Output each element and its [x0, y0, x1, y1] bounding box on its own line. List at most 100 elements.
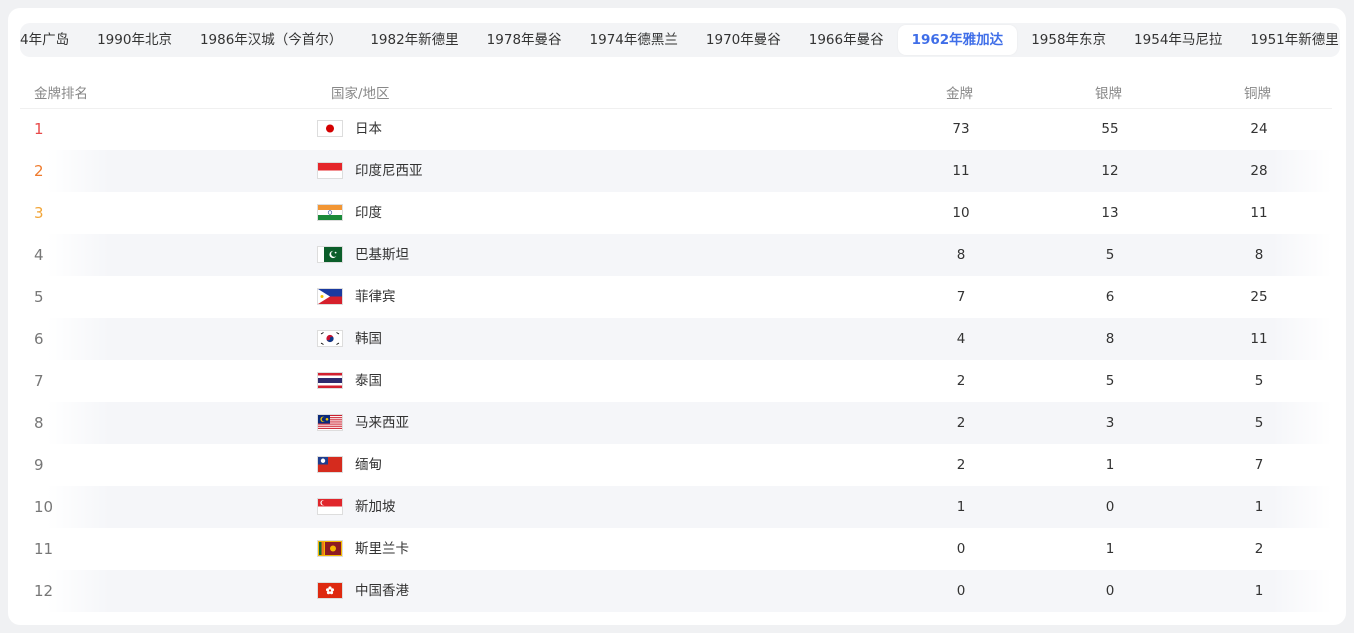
table-row: 7 泰国 2 5 5	[20, 360, 1332, 402]
country-cell: 缅甸	[355, 457, 382, 473]
gold-cell: 7	[956, 289, 966, 305]
header-bronze: 铜牌	[1244, 86, 1271, 102]
gold-cell: 2	[956, 457, 966, 473]
silver-cell: 8	[1105, 331, 1115, 347]
header-gold: 金牌	[946, 86, 973, 102]
header-rank: 金牌排名	[34, 86, 88, 102]
bronze-cell: 11	[1250, 331, 1268, 347]
tab-10[interactable]: 1954年马尼拉	[1120, 25, 1236, 55]
bronze-cell: 1	[1254, 499, 1264, 515]
tab-0[interactable]: 4年广岛	[20, 25, 83, 55]
pakistan-flag-icon	[317, 246, 343, 263]
country-cell: 韩国	[355, 331, 382, 347]
rank-cell: 9	[34, 456, 44, 474]
bronze-cell: 11	[1250, 205, 1268, 221]
silver-cell: 1	[1105, 541, 1115, 557]
rank-cell: 5	[34, 288, 44, 306]
malaysia-flag-icon	[317, 414, 343, 431]
myanmar-flag-icon	[317, 456, 343, 473]
country-cell: 中国香港	[355, 583, 409, 599]
silver-cell: 12	[1101, 163, 1119, 179]
rank-cell: 2	[34, 162, 44, 180]
country-cell: 菲律宾	[355, 289, 396, 305]
country-cell: 泰国	[355, 373, 382, 389]
table-row: 9 缅甸 2 1 7	[20, 444, 1332, 486]
table-row: 2 印度尼西亚 11 12 28	[20, 150, 1332, 192]
table-header: 金牌排名 国家/地区 金牌 银牌 铜牌	[20, 74, 1332, 109]
bronze-cell: 2	[1254, 541, 1264, 557]
gold-cell: 0	[956, 583, 966, 599]
bronze-cell: 5	[1254, 373, 1264, 389]
thailand-flag-icon	[317, 372, 343, 389]
bronze-cell: 1	[1254, 583, 1264, 599]
silver-cell: 5	[1105, 247, 1115, 263]
table-body: 1 日本 73 55 24 2 印度尼西亚 11 12 28 3 印度 10 13 11 4 巴基斯坦 8 5 8 5 菲…	[20, 108, 1332, 612]
rank-cell: 7	[34, 372, 44, 390]
sri-lanka-flag-icon	[317, 540, 343, 557]
rank-cell: 8	[34, 414, 44, 432]
bronze-cell: 25	[1250, 289, 1268, 305]
country-cell: 马来西亚	[355, 415, 409, 431]
tab-8[interactable]: 1962年雅加达	[897, 25, 1018, 55]
gold-cell: 8	[956, 247, 966, 263]
gold-cell: 1	[956, 499, 966, 515]
bronze-cell: 28	[1250, 163, 1268, 179]
country-cell: 印度尼西亚	[355, 163, 423, 179]
country-cell: 斯里兰卡	[355, 541, 409, 557]
table-row: 1 日本 73 55 24	[20, 108, 1332, 150]
tab-5[interactable]: 1974年德黑兰	[576, 25, 692, 55]
gold-cell: 2	[956, 373, 966, 389]
table-row: 11 斯里兰卡 0 1 2	[20, 528, 1332, 570]
rank-cell: 10	[34, 498, 54, 516]
tab-3[interactable]: 1982年新德里	[356, 25, 472, 55]
table-row: 12 中国香港 0 0 1	[20, 570, 1332, 612]
bronze-cell: 24	[1250, 121, 1268, 137]
rank-cell: 3	[34, 204, 44, 222]
rank-cell: 6	[34, 330, 44, 348]
tab-6[interactable]: 1970年曼谷	[692, 25, 795, 55]
table-row: 5 菲律宾 7 6 25	[20, 276, 1332, 318]
header-country: 国家/地区	[331, 86, 390, 102]
korea-flag-icon	[317, 330, 343, 347]
hong-kong-flag-icon	[317, 582, 343, 599]
tab-2[interactable]: 1986年汉城（今首尔）	[186, 25, 356, 55]
rank-cell: 4	[34, 246, 44, 264]
gold-cell: 10	[952, 205, 970, 221]
games-tab-bar: 4年广岛 1990年北京 1986年汉城（今首尔） 1982年新德里 1978年曼谷 19…	[20, 23, 1340, 57]
gold-cell: 4	[956, 331, 966, 347]
rank-cell: 1	[34, 120, 44, 138]
gold-cell: 73	[952, 121, 970, 137]
tabs-track: 4年广岛 1990年北京 1986年汉城（今首尔） 1982年新德里 1978年曼谷 19…	[20, 23, 1340, 57]
header-silver: 银牌	[1095, 86, 1122, 102]
silver-cell: 5	[1105, 373, 1115, 389]
gold-cell: 11	[952, 163, 970, 179]
table-row: 4 巴基斯坦 8 5 8	[20, 234, 1332, 276]
country-cell: 印度	[355, 205, 382, 221]
bronze-cell: 8	[1254, 247, 1264, 263]
silver-cell: 6	[1105, 289, 1115, 305]
table-row: 3 印度 10 13 11	[20, 192, 1332, 234]
table-row: 8 马来西亚 2 3 5	[20, 402, 1332, 444]
bronze-cell: 7	[1254, 457, 1264, 473]
rank-cell: 11	[34, 540, 54, 558]
country-cell: 日本	[355, 121, 382, 137]
table-row: 6 韩国 4 8 11	[20, 318, 1332, 360]
tab-1[interactable]: 1990年北京	[83, 25, 186, 55]
tab-7[interactable]: 1966年曼谷	[795, 25, 898, 55]
tab-4[interactable]: 1978年曼谷	[473, 25, 576, 55]
tab-9[interactable]: 1958年东京	[1017, 25, 1120, 55]
india-flag-icon	[317, 204, 343, 221]
bronze-cell: 5	[1254, 415, 1264, 431]
medal-table-card: 4年广岛 1990年北京 1986年汉城（今首尔） 1982年新德里 1978年曼谷 19…	[8, 8, 1346, 625]
silver-cell: 1	[1105, 457, 1115, 473]
tab-11[interactable]: 1951年新德里	[1236, 25, 1340, 55]
silver-cell: 0	[1105, 499, 1115, 515]
silver-cell: 0	[1105, 583, 1115, 599]
gold-cell: 0	[956, 541, 966, 557]
indonesia-flag-icon	[317, 162, 343, 179]
table-row: 10 新加坡 1 0 1	[20, 486, 1332, 528]
country-cell: 巴基斯坦	[355, 247, 409, 263]
silver-cell: 13	[1101, 205, 1119, 221]
rank-cell: 12	[34, 582, 54, 600]
singapore-flag-icon	[317, 498, 343, 515]
